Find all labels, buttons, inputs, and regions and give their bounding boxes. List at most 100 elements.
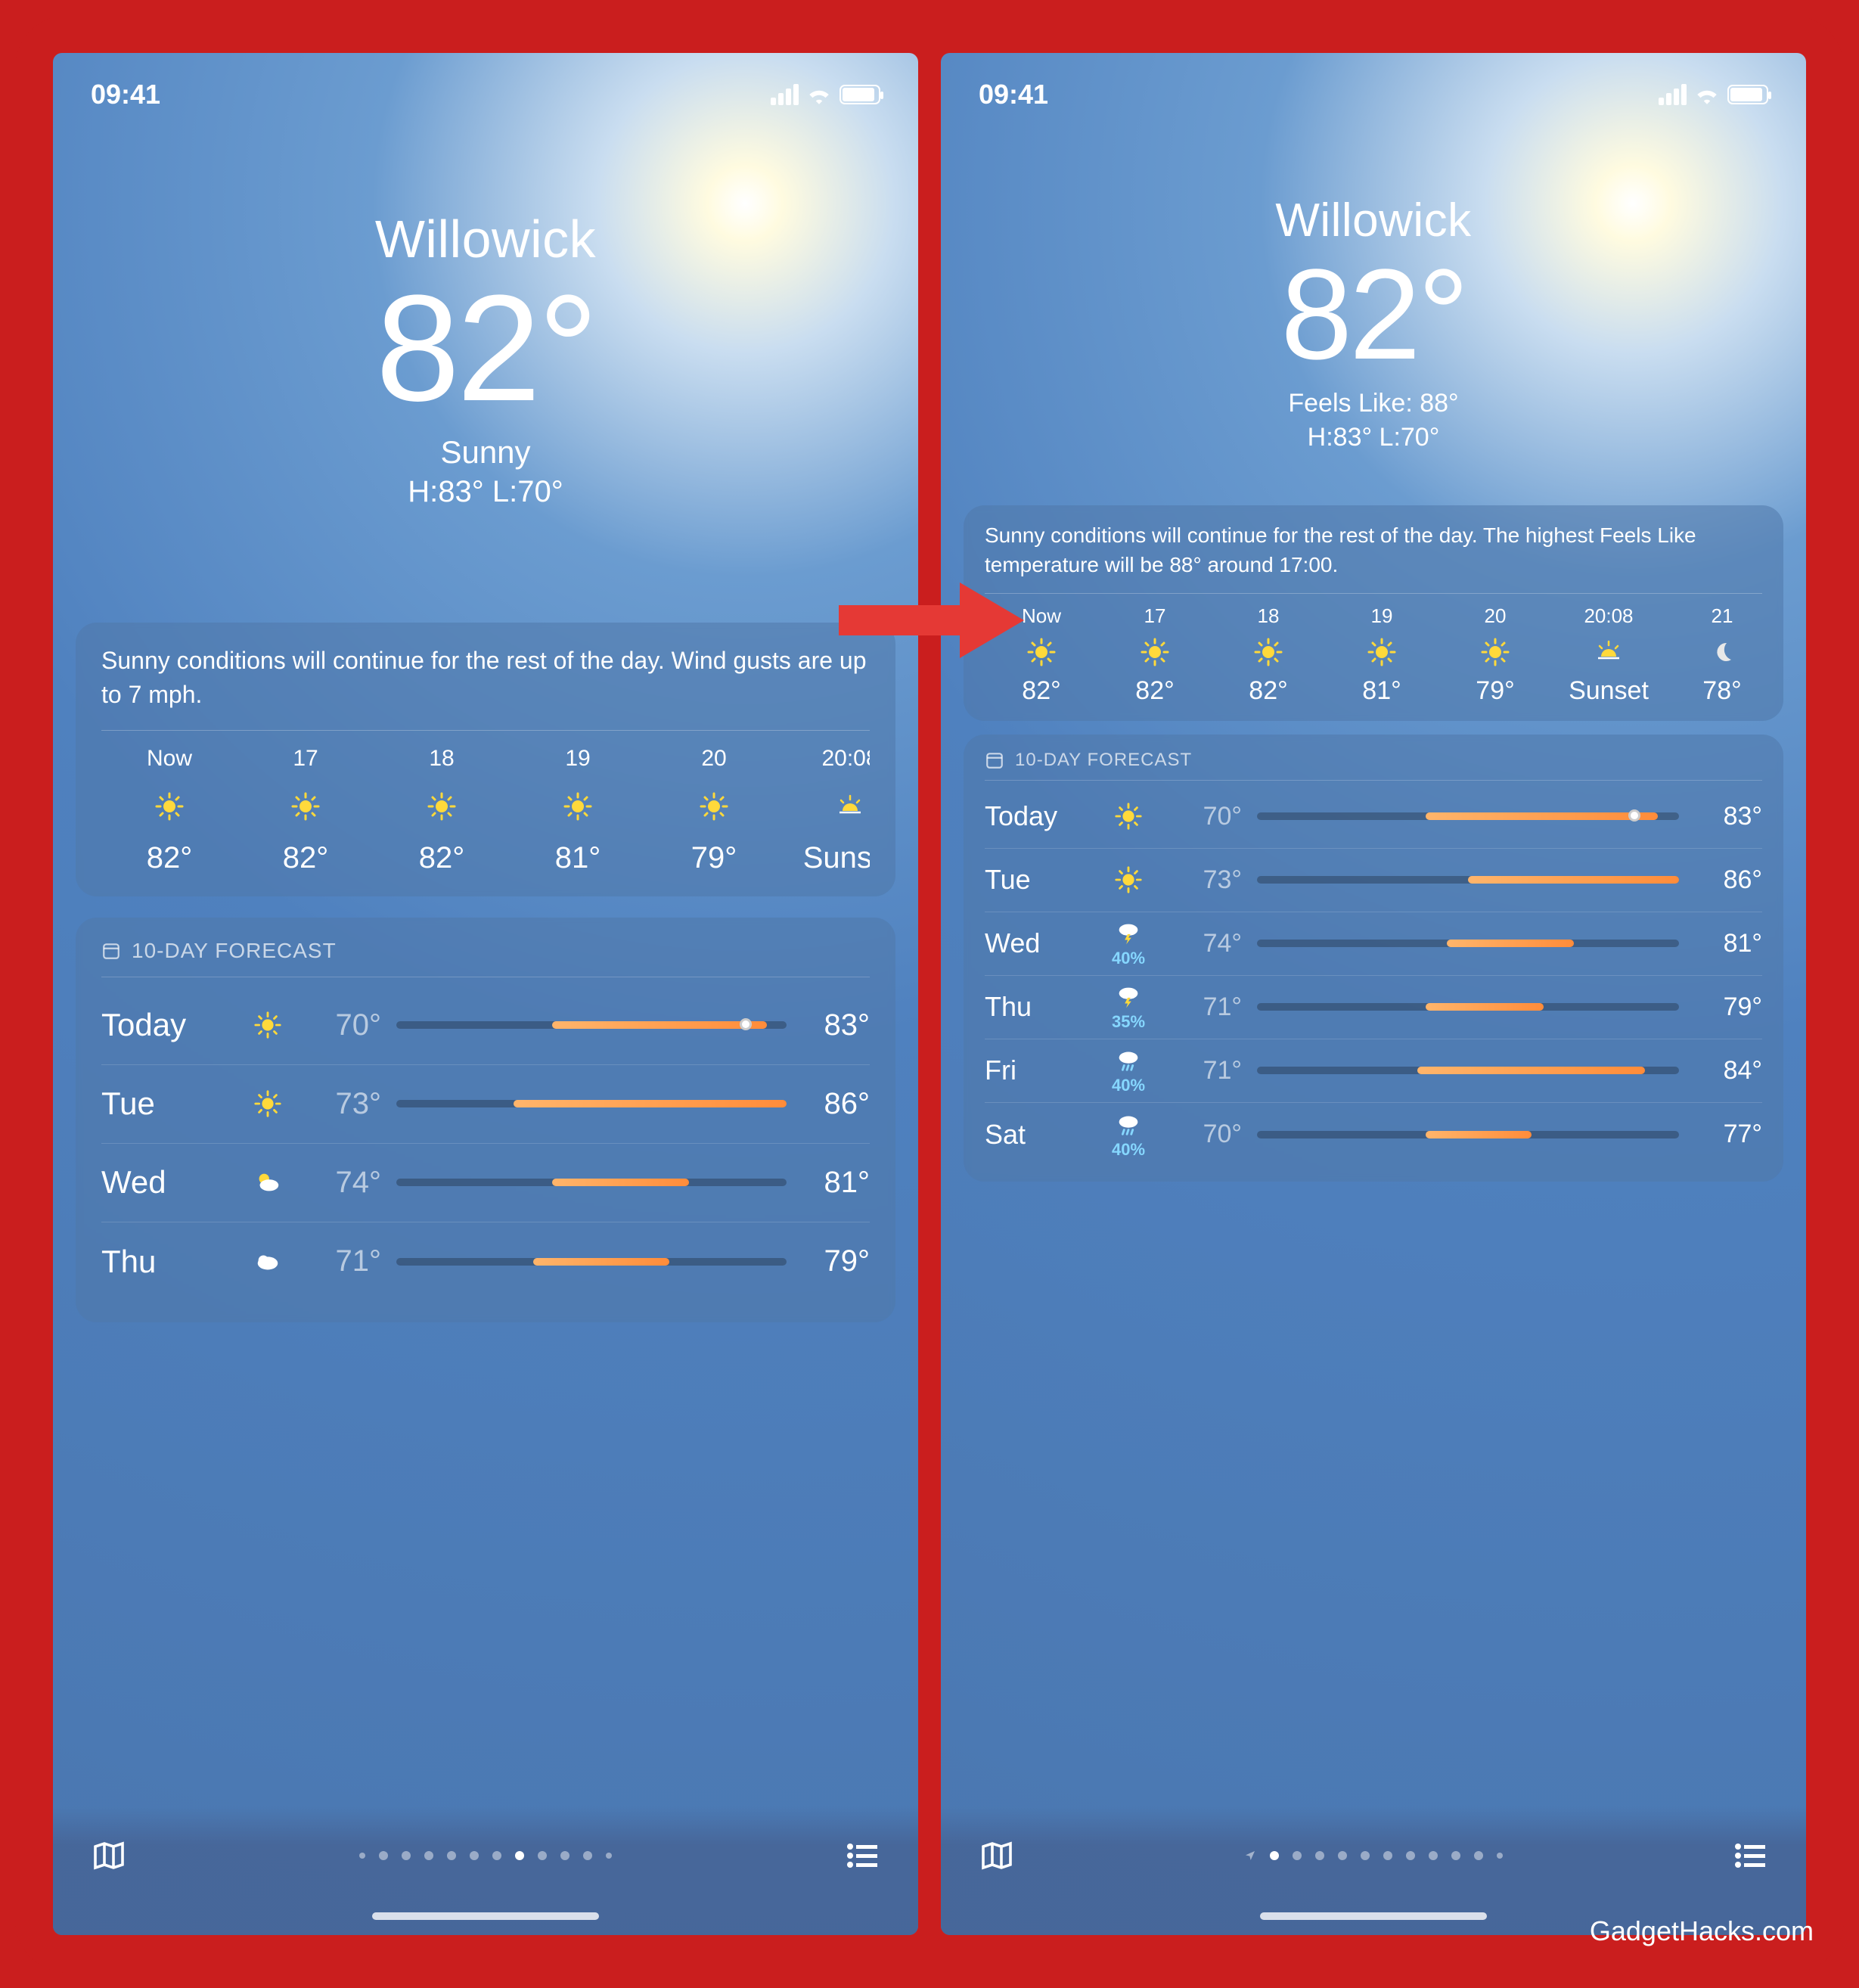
day-name: Thu [985, 991, 1083, 1023]
high-temp: 83° [802, 1008, 870, 1042]
page-dots[interactable] [359, 1851, 612, 1860]
map-icon[interactable] [91, 1837, 127, 1874]
summary-text: Sunny conditions will continue for the r… [985, 520, 1762, 594]
watermark: GadgetHacks.com [1590, 1915, 1814, 1947]
signal-icon [1659, 84, 1687, 105]
hour-value: 82° [101, 841, 237, 875]
day-name: Sat [985, 1119, 1083, 1151]
battery-icon [839, 85, 880, 104]
hourly-item: 20 79° [1438, 604, 1552, 706]
low-temp: 73° [1174, 865, 1242, 895]
hourly-card[interactable]: Sunny conditions will continue for the r… [76, 623, 895, 896]
hour-time: 19 [1325, 604, 1438, 628]
sunny-icon [510, 784, 646, 829]
current-weather: Willowick 82° Feels Like: 88° H:83° L:70… [941, 194, 1806, 452]
forecast-row[interactable]: Today 70° 83° [985, 785, 1762, 849]
status-time: 09:41 [979, 79, 1048, 110]
temp-range-bar [396, 1021, 787, 1029]
low-temp: 70° [1174, 1120, 1242, 1149]
hourly-card[interactable]: Sunny conditions will continue for the r… [964, 505, 1783, 721]
day-name: Thu [101, 1244, 222, 1280]
high-temp: 86° [802, 1087, 870, 1121]
wifi-icon [806, 85, 832, 104]
day-name: Tue [101, 1086, 222, 1122]
page-dots[interactable] [1244, 1850, 1503, 1862]
day-name: Today [101, 1007, 222, 1043]
home-indicator[interactable] [372, 1912, 599, 1920]
sunny-icon [101, 784, 237, 829]
hour-time: Now [101, 746, 237, 772]
forecast-row[interactable]: Tue 73° 86° [101, 1065, 870, 1144]
summary-text: Sunny conditions will continue for the r… [101, 644, 870, 731]
location-name: Willowick [941, 194, 1806, 247]
low-temp: 71° [1174, 992, 1242, 1022]
hourly-item: 17 82° [237, 746, 374, 875]
forecast-title: 10-DAY FORECAST [132, 939, 337, 963]
hour-value: Sunset [1552, 676, 1665, 706]
storm-icon: 35% [1098, 982, 1159, 1032]
forecast-card[interactable]: 10-DAY FORECAST Today 70° 83°Tue 73° 86°… [964, 735, 1783, 1182]
current-weather: Willowick 82° Sunny H:83° L:70° [53, 209, 918, 509]
forecast-row[interactable]: Fri 40% 71° 84° [985, 1039, 1762, 1103]
forecast-row[interactable]: Tue 73° 86° [985, 849, 1762, 912]
hour-value: 81° [510, 841, 646, 875]
hour-time: 17 [237, 746, 374, 772]
hour-value: 82° [985, 676, 1098, 706]
high-temp: 81° [802, 1166, 870, 1200]
sunny-icon [1098, 865, 1159, 894]
forecast-row[interactable]: Sat 40% 70° 77° [985, 1103, 1762, 1166]
precip-pct: 40% [1112, 1076, 1145, 1095]
temp-range-bar [396, 1258, 787, 1266]
feels-like-label: Feels Like: 88° [941, 389, 1806, 418]
sunset-icon [1552, 635, 1665, 669]
hour-time: 20:08 [1552, 604, 1665, 628]
list-icon[interactable] [1732, 1837, 1768, 1874]
forecast-row[interactable]: Wed 74° 81° [101, 1144, 870, 1222]
temp-range-bar [1257, 876, 1679, 884]
hour-time: 18 [374, 746, 510, 772]
high-temp: 77° [1694, 1120, 1762, 1149]
calendar-icon [985, 750, 1004, 770]
hour-value: 79° [1438, 676, 1552, 706]
low-temp: 74° [1174, 929, 1242, 958]
high-temp: 83° [1694, 802, 1762, 831]
day-name: Fri [985, 1055, 1083, 1086]
condition-label: Sunny [53, 434, 918, 471]
low-temp: 73° [313, 1087, 381, 1121]
comparison-arrow-icon [831, 575, 1028, 666]
forecast-card[interactable]: 10-DAY FORECAST Today 70° 83°Tue 73° 86°… [76, 918, 895, 1322]
rain-icon: 40% [1098, 1045, 1159, 1095]
high-temp: 86° [1694, 865, 1762, 895]
forecast-row[interactable]: Wed 40% 74° 81° [985, 912, 1762, 976]
hour-value: 82° [374, 841, 510, 875]
status-bar: 09:41 [53, 53, 918, 110]
hourly-item: 19 81° [1325, 604, 1438, 706]
hour-time: 20 [1438, 604, 1552, 628]
day-name: Wed [985, 927, 1083, 959]
low-temp: 70° [313, 1008, 381, 1042]
current-temp: 82° [941, 247, 1806, 383]
temp-range-bar [1257, 940, 1679, 947]
forecast-row[interactable]: Thu 35% 71° 79° [985, 976, 1762, 1039]
home-indicator[interactable] [1260, 1912, 1487, 1920]
low-temp: 70° [1174, 802, 1242, 831]
forecast-title: 10-DAY FORECAST [1015, 750, 1192, 771]
hourly-item: 20:08 Sunset [1552, 604, 1665, 706]
forecast-row[interactable]: Today 70° 83° [101, 986, 870, 1065]
sunny-icon [646, 784, 782, 829]
wifi-icon [1694, 85, 1720, 104]
forecast-row[interactable]: Thu 71° 79° [101, 1222, 870, 1301]
hour-value: 78° [1665, 676, 1762, 706]
partly-icon [237, 1168, 298, 1197]
current-temp: 82° [53, 269, 918, 428]
hour-value: 81° [1325, 676, 1438, 706]
low-temp: 71° [313, 1244, 381, 1278]
high-temp: 81° [1694, 929, 1762, 958]
day-name: Today [985, 800, 1083, 832]
screenshot-right: 09:41 Willowick 82° Feels Like: 88° H:83… [941, 53, 1806, 1935]
temp-range-bar [396, 1179, 787, 1186]
precip-pct: 40% [1112, 949, 1145, 968]
hourly-item: 20 79° [646, 746, 782, 875]
map-icon[interactable] [979, 1837, 1015, 1874]
list-icon[interactable] [844, 1837, 880, 1874]
